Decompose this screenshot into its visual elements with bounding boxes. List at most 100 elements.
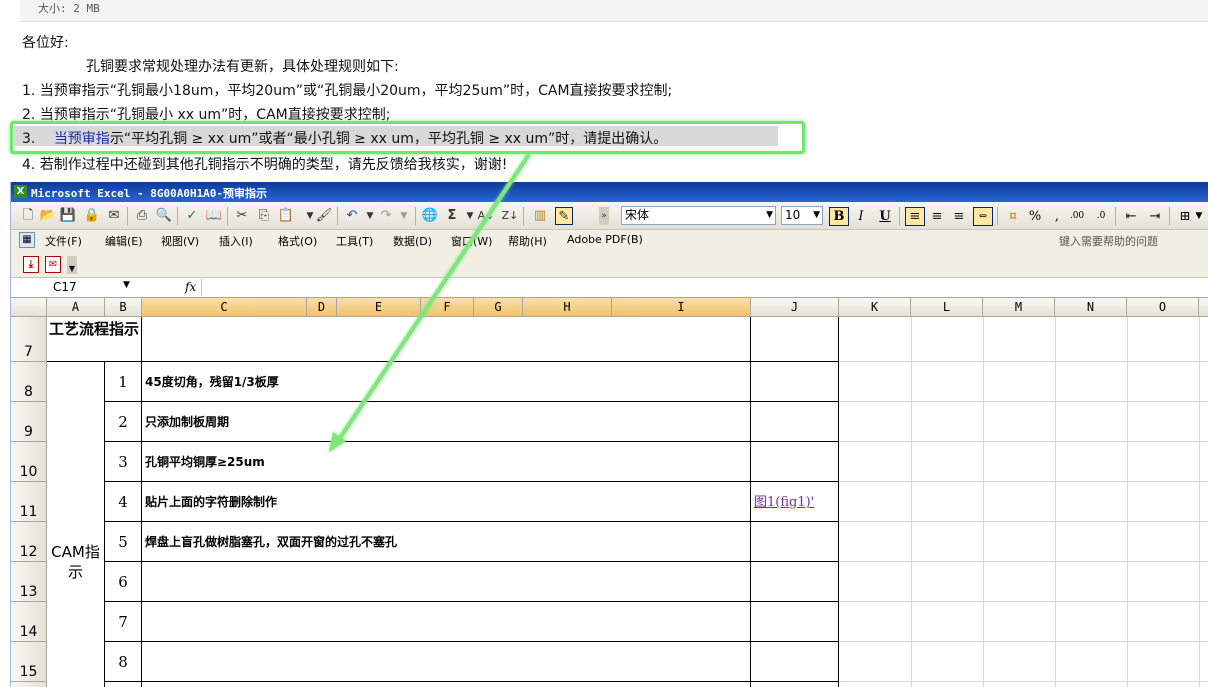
print-preview-icon[interactable]: 🔍 xyxy=(155,207,173,225)
menu-insert[interactable]: 插入(I) xyxy=(219,233,253,249)
redo-dropdown-icon[interactable]: ▼ xyxy=(395,207,413,225)
column-header[interactable]: L xyxy=(911,298,983,317)
row-header[interactable]: 13 xyxy=(11,562,47,602)
select-all-corner[interactable] xyxy=(11,298,47,317)
italic-button[interactable]: I xyxy=(851,207,871,226)
item-text[interactable] xyxy=(142,602,751,642)
align-center-icon[interactable]: ≡ xyxy=(927,207,947,226)
increase-decimal-icon[interactable]: .00 xyxy=(1067,207,1087,226)
sort-asc-icon[interactable]: A↓ xyxy=(477,207,495,225)
currency-icon[interactable]: ¤ xyxy=(1003,207,1023,226)
row-header[interactable]: 12 xyxy=(11,522,47,562)
spreadsheet-grid[interactable]: A B C D E F G H I J K L M N O 7 8 9 10 1… xyxy=(11,298,1208,687)
align-left-icon[interactable]: ≡ xyxy=(905,207,925,226)
column-header[interactable]: D xyxy=(307,298,337,317)
comma-icon[interactable]: , xyxy=(1047,207,1067,226)
paste-icon[interactable]: 📋 xyxy=(277,207,295,225)
cell-j[interactable] xyxy=(751,602,839,642)
hyperlink-icon[interactable]: 🌐 xyxy=(421,207,439,225)
chevron-down-icon[interactable]: ▼ xyxy=(766,207,773,224)
row-header[interactable]: 11 xyxy=(11,482,47,522)
redo-icon[interactable]: ↷ xyxy=(377,207,395,225)
save-icon[interactable]: 💾 xyxy=(59,207,77,225)
copy-icon[interactable]: ⎘ xyxy=(255,207,273,225)
format-painter-icon[interactable]: 🖌 xyxy=(315,207,333,225)
cell-j[interactable] xyxy=(751,362,839,402)
help-search-input[interactable]: 键入需要帮助的问题 xyxy=(1059,233,1208,249)
figure-hyperlink[interactable]: 图1(fig1)' xyxy=(754,495,814,510)
menu-help[interactable]: 帮助(H) xyxy=(508,233,547,249)
excel-app-icon[interactable]: X xyxy=(14,185,27,198)
workbook-icon[interactable]: ▦ xyxy=(19,232,35,248)
item-number[interactable]: 5 xyxy=(105,522,142,562)
cell-j[interactable] xyxy=(751,642,839,682)
bold-button[interactable]: B xyxy=(829,207,849,226)
column-header[interactable]: N xyxy=(1055,298,1127,317)
row-header[interactable]: 15 xyxy=(11,642,47,682)
menu-view[interactable]: 视图(V) xyxy=(161,233,199,249)
item-text[interactable] xyxy=(142,642,751,682)
convert-to-pdf-icon[interactable]: ⤓ xyxy=(23,256,39,273)
column-header[interactable] xyxy=(1199,298,1208,317)
title-bar[interactable]: X Microsoft Excel - 8G00A0H1A0-预审指示 xyxy=(11,182,1208,202)
decrease-decimal-icon[interactable]: .0 xyxy=(1091,207,1111,226)
item-number[interactable]: 2 xyxy=(105,402,142,442)
item-number[interactable]: 4 xyxy=(105,482,142,522)
item-number[interactable]: 1 xyxy=(105,362,142,402)
item-number[interactable]: 6 xyxy=(105,562,142,602)
menu-data[interactable]: 数据(D) xyxy=(393,233,432,249)
chart-icon[interactable]: ▥ xyxy=(531,207,549,225)
decrease-indent-icon[interactable]: ⇤ xyxy=(1121,207,1141,226)
formula-input[interactable] xyxy=(201,279,1201,296)
column-header[interactable]: M xyxy=(983,298,1055,317)
cell-j-link[interactable]: 图1(fig1)' xyxy=(751,482,839,522)
chevron-down-icon[interactable]: ▼ xyxy=(813,207,820,224)
borders-dropdown-icon[interactable]: ▼ xyxy=(1193,207,1205,226)
column-header[interactable]: H xyxy=(523,298,612,317)
item-number[interactable]: 7 xyxy=(105,602,142,642)
column-header[interactable]: F xyxy=(421,298,474,317)
column-header[interactable]: J xyxy=(751,298,839,317)
cell-j[interactable] xyxy=(751,442,839,482)
column-header[interactable]: I xyxy=(612,298,751,317)
cell[interactable] xyxy=(142,682,751,687)
item-text[interactable]: 45度切角，残留1/3板厚 xyxy=(142,362,751,402)
research-icon[interactable]: 📖 xyxy=(205,207,223,225)
column-header[interactable]: C xyxy=(142,298,307,317)
cell-j[interactable] xyxy=(751,402,839,442)
item-text[interactable]: 只添加制板周期 xyxy=(142,402,751,442)
cell-j[interactable] xyxy=(751,522,839,562)
column-header[interactable]: K xyxy=(839,298,911,317)
row-header[interactable] xyxy=(11,682,47,687)
increase-indent-icon[interactable]: ⇥ xyxy=(1145,207,1165,226)
menu-tools[interactable]: 工具(T) xyxy=(336,233,373,249)
merge-center-icon[interactable]: ⇔ xyxy=(973,207,993,226)
menu-edit[interactable]: 编辑(E) xyxy=(105,233,143,249)
open-icon[interactable]: 📂 xyxy=(39,207,57,225)
column-header[interactable]: G xyxy=(474,298,523,317)
cut-icon[interactable]: ✂ xyxy=(233,207,251,225)
item-text[interactable]: 焊盘上盲孔做树脂塞孔，双面开窗的过孔不塞孔 xyxy=(142,522,751,562)
menu-file[interactable]: 文件(F) xyxy=(45,233,82,249)
cell-j7[interactable] xyxy=(751,317,839,362)
font-size-select[interactable]: 10 ▼ xyxy=(781,206,823,225)
row-header[interactable]: 8 xyxy=(11,362,47,402)
row-header[interactable]: 10 xyxy=(11,442,47,482)
underline-button[interactable]: U xyxy=(875,207,895,226)
chevron-down-icon[interactable]: ▼ xyxy=(123,280,130,290)
sort-desc-icon[interactable]: Z↓ xyxy=(501,207,519,225)
column-header[interactable]: O xyxy=(1127,298,1199,317)
permission-icon[interactable]: 🔒 xyxy=(83,207,101,225)
item-text[interactable]: 贴片上面的字符删除制作 xyxy=(142,482,751,522)
new-icon[interactable]: 🗋 xyxy=(19,207,37,225)
item-text[interactable]: 孔铜平均铜厚≥25um xyxy=(142,442,751,482)
borders-icon[interactable]: ⊞ xyxy=(1175,207,1195,226)
autosum-icon[interactable]: Σ xyxy=(443,207,461,225)
drawing-icon[interactable]: ✎ xyxy=(555,207,573,225)
cell-c7[interactable] xyxy=(142,317,751,362)
cell[interactable] xyxy=(751,682,839,687)
cell-j[interactable] xyxy=(751,562,839,602)
name-box[interactable]: C17 xyxy=(15,279,133,296)
row-header[interactable]: 7 xyxy=(11,317,47,362)
item-number[interactable]: 3 xyxy=(105,442,142,482)
